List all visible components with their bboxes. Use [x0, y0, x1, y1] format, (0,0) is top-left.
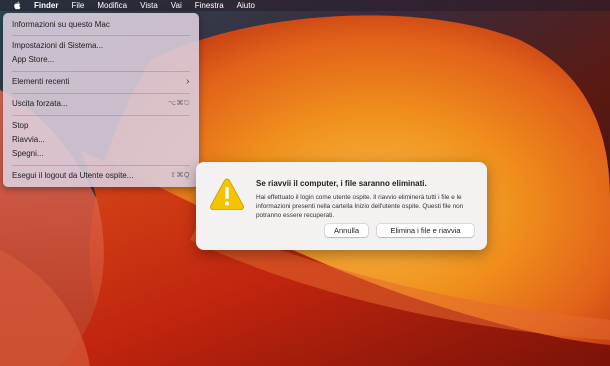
shortcut-label: ⌥⌘⎋ — [167, 100, 190, 107]
warning-icon — [210, 178, 244, 210]
menu-item-label: Stop — [12, 121, 29, 130]
menu-modifica[interactable]: Modifica — [97, 0, 127, 11]
cancel-button[interactable]: Annulla — [325, 224, 368, 237]
menu-item-force-quit[interactable]: Uscita forzata... ⌥⌘⎋ — [12, 98, 190, 110]
menu-file[interactable]: File — [71, 0, 84, 11]
delete-files-and-restart-button[interactable]: Elimina i file e riavvia — [377, 224, 474, 237]
restart-alert-dialog: Se riavvii il computer, i file saranno e… — [196, 162, 487, 250]
menu-item-shut-down[interactable]: Spegni... — [12, 148, 190, 160]
menu-item-about-mac[interactable]: Informazioni su questo Mac — [12, 19, 190, 31]
menu-finder[interactable]: Finder — [34, 0, 58, 11]
apple-menu-dropdown: Informazioni su questo Mac Impostazioni … — [3, 13, 199, 187]
menu-separator — [12, 35, 190, 36]
menu-item-log-out[interactable]: Esegui il logout da Utente ospite... ⇧⌘Q — [12, 170, 190, 182]
menu-item-recent-items[interactable]: Elementi recenti › — [12, 76, 190, 88]
menu-bar: Finder File Modifica Vista Vai Finestra … — [0, 0, 610, 11]
menu-vista[interactable]: Vista — [140, 0, 158, 11]
menu-item-label: App Store... — [12, 55, 55, 64]
menu-item-label: Spegni... — [12, 149, 44, 158]
menu-item-label: Riavvia... — [12, 135, 45, 144]
menu-separator — [12, 165, 190, 166]
menu-separator — [12, 71, 190, 72]
chevron-right-icon: › — [186, 76, 190, 87]
menu-item-system-settings[interactable]: Impostazioni di Sistema... — [12, 40, 190, 52]
alert-title: Se riavvii il computer, i file saranno e… — [256, 179, 427, 188]
menu-item-app-store[interactable]: App Store... — [12, 54, 190, 66]
desktop: Finder File Modifica Vista Vai Finestra … — [0, 0, 610, 366]
menu-item-sleep[interactable]: Stop — [12, 120, 190, 132]
menu-item-label: Informazioni su questo Mac — [12, 20, 110, 29]
menu-item-restart[interactable]: Riavvia... — [12, 134, 190, 146]
menu-item-label: Esegui il logout da Utente ospite... — [12, 171, 134, 180]
alert-message: Hai effettuato il login come utente ospi… — [256, 194, 464, 219]
menu-aiuto[interactable]: Aiuto — [237, 0, 255, 11]
menu-item-label: Elementi recenti — [12, 77, 70, 86]
menu-finestra[interactable]: Finestra — [195, 0, 224, 11]
menu-item-label: Impostazioni di Sistema... — [12, 41, 104, 50]
menu-vai[interactable]: Vai — [171, 0, 182, 11]
apple-menu-icon[interactable] — [11, 1, 22, 10]
menu-separator — [12, 93, 190, 94]
menu-item-label: Uscita forzata... — [12, 99, 68, 108]
menu-separator — [12, 115, 190, 116]
shortcut-label: ⇧⌘Q — [170, 172, 190, 179]
